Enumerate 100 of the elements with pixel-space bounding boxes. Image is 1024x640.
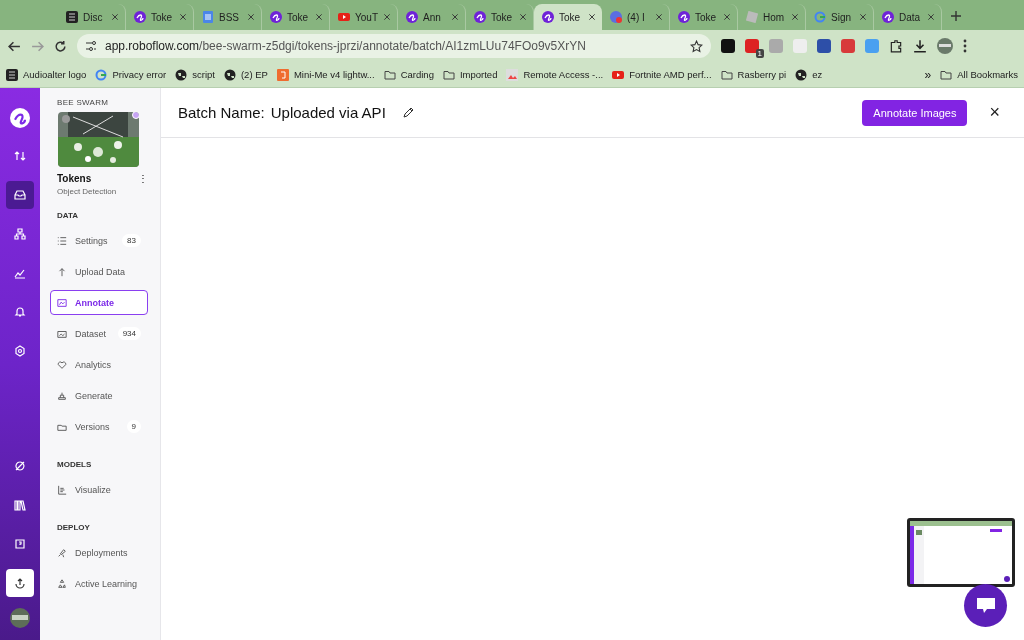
bell-icon <box>14 306 26 318</box>
nav-item[interactable]: Generate <box>50 383 148 408</box>
sort-icon <box>14 150 26 162</box>
close-icon[interactable] <box>247 13 255 21</box>
bookmark[interactable]: Mini-Me v4 lightw... <box>276 68 375 81</box>
close-icon[interactable] <box>111 13 119 21</box>
bookmark[interactable]: Fortnite AMD perf... <box>612 68 712 81</box>
count-badge: 9 <box>126 420 141 433</box>
bookmark[interactable]: Audioalter logo <box>6 68 87 81</box>
more-icon[interactable]: ⋮ <box>138 173 148 184</box>
bookmark[interactable]: Remote Access -... <box>506 68 604 81</box>
close-icon[interactable] <box>179 13 187 21</box>
nav-item[interactable]: Dataset 934 <box>50 321 148 346</box>
nav-item[interactable]: Deployments <box>50 540 148 565</box>
globe-icon <box>795 68 808 81</box>
workspace-name: BEE SWARM <box>57 98 110 107</box>
globe-icon <box>175 68 188 81</box>
avatar-icon[interactable] <box>937 38 953 54</box>
nav-item[interactable]: Upload Data <box>50 259 148 284</box>
nav-item[interactable]: Annotate <box>50 290 148 315</box>
annotate-images-button[interactable]: Annotate Images <box>862 99 968 126</box>
favicon-icon <box>746 11 758 23</box>
nav-item[interactable]: Active Learning <box>50 571 148 596</box>
nav-item[interactable]: Visualize <box>50 477 148 502</box>
close-button[interactable]: × <box>985 102 1004 123</box>
close-icon[interactable] <box>588 13 596 21</box>
close-icon[interactable] <box>655 13 663 21</box>
image-icon <box>57 297 67 308</box>
extension-icon[interactable] <box>721 39 735 53</box>
reload-icon[interactable] <box>54 39 67 53</box>
close-icon[interactable] <box>859 13 867 21</box>
bookmark[interactable]: Imported <box>442 68 498 81</box>
arrow-up-icon <box>57 266 67 277</box>
bookmark[interactable]: (2) EP <box>223 68 268 81</box>
rail-button[interactable] <box>6 569 34 597</box>
nav-item[interactable]: Analytics <box>50 352 148 377</box>
screenshot-thumbnail[interactable] <box>907 518 1015 587</box>
folder-icon <box>442 68 455 81</box>
logo-icon <box>678 11 690 23</box>
favicon-icon <box>276 68 289 81</box>
bookmark[interactable]: ez <box>795 68 823 81</box>
menu-icon[interactable] <box>963 39 967 53</box>
settings-icon <box>14 345 26 357</box>
extension-icon[interactable] <box>745 39 759 53</box>
favicon-icon <box>66 11 78 23</box>
logo-icon[interactable] <box>10 108 30 128</box>
logo-icon <box>474 11 486 23</box>
back-icon[interactable] <box>8 39 21 53</box>
close-icon[interactable] <box>383 13 391 21</box>
close-icon[interactable] <box>451 13 459 21</box>
logo-icon <box>542 11 554 23</box>
nav-item[interactable]: Settings 83 <box>50 228 148 253</box>
tune-icon <box>85 40 97 52</box>
star-icon[interactable] <box>690 39 703 53</box>
nav-item[interactable]: Versions 9 <box>50 414 148 439</box>
bookmark[interactable]: Rasberry pi <box>720 68 787 81</box>
count-badge: 83 <box>122 234 141 247</box>
heart-icon <box>57 359 67 370</box>
bookmark[interactable]: script <box>175 68 215 81</box>
puzzle-icon[interactable] <box>889 39 903 53</box>
favicon-icon <box>610 11 622 23</box>
url-text: app.roboflow.com/bee-swarm-z5dgi/tokens-jprzi/annotate/batch/AI1zmLUu74FOo9v5XrYN <box>105 39 587 53</box>
google-icon <box>814 11 826 23</box>
close-icon[interactable] <box>927 13 935 21</box>
section-title: MODELS <box>57 460 93 469</box>
close-icon[interactable] <box>519 13 527 21</box>
section-title: DEPLOY <box>57 523 91 532</box>
rail-button[interactable] <box>6 181 34 209</box>
document-icon <box>202 11 214 23</box>
all-bookmarks[interactable]: All Bookmarks <box>940 68 1018 81</box>
hierarchy-icon <box>14 228 26 240</box>
section-title: DATA <box>57 211 80 220</box>
new-tab-icon[interactable] <box>950 10 962 22</box>
avatar-icon[interactable] <box>10 608 30 628</box>
globe-icon <box>223 68 236 81</box>
logo-icon <box>134 11 146 23</box>
bookmark[interactable]: Carding <box>383 68 434 81</box>
extension-badge: 1 <box>755 49 764 58</box>
browser-tab[interactable]: Toke <box>534 4 602 30</box>
upload-icon <box>14 577 26 589</box>
list-icon <box>57 235 67 246</box>
close-icon[interactable] <box>791 13 799 21</box>
edit-icon[interactable] <box>401 106 414 119</box>
help-icon <box>14 538 26 550</box>
batch-name: Uploaded via API <box>270 104 386 121</box>
address-field[interactable]: app.roboflow.com/bee-swarm-z5dgi/tokens-jprzi/annotate/batch/AI1zmLUu74FOo9v5XrYN <box>77 34 711 58</box>
more-bookmarks[interactable]: » <box>924 67 932 82</box>
favicon-icon <box>506 68 519 81</box>
download-icon[interactable] <box>913 39 927 53</box>
project-type: Object Detection <box>57 187 118 196</box>
inbox-icon <box>14 189 26 201</box>
batch-label: Batch Name: <box>178 104 265 121</box>
google-icon <box>95 68 108 81</box>
close-icon[interactable] <box>723 13 731 21</box>
close-icon[interactable] <box>315 13 323 21</box>
chat-button[interactable] <box>964 584 1007 627</box>
books-icon <box>14 499 26 511</box>
logo-icon <box>406 11 418 23</box>
bookmark[interactable]: Privacy error <box>95 68 167 81</box>
folder-icon <box>383 68 396 81</box>
